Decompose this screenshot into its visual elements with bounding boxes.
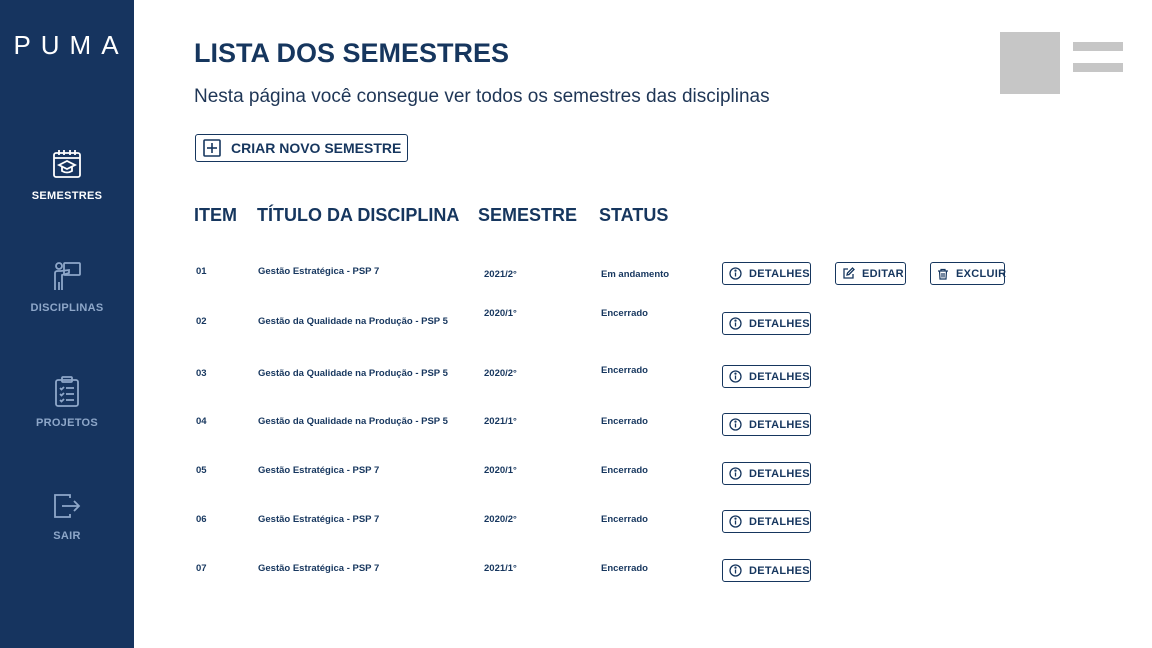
info-icon	[729, 467, 742, 480]
row-semester: 2020/2°	[484, 368, 517, 379]
row-item: 07	[196, 563, 207, 574]
row-semester: 2021/2°	[484, 269, 517, 280]
details-button[interactable]: DETALHES	[722, 365, 811, 388]
details-label: DETALHES	[749, 317, 810, 330]
row-item: 01	[196, 266, 207, 277]
column-header-item: ITEM	[194, 205, 237, 225]
teacher-board-icon	[54, 262, 81, 290]
details-button[interactable]: DETALHES	[722, 462, 811, 485]
details-button[interactable]: DETALHES	[722, 262, 811, 285]
row-status: Encerrado	[601, 465, 648, 476]
row-item: 03	[196, 368, 207, 379]
row-title: Gestão da Qualidade na Produção - PSP 5	[258, 416, 448, 427]
info-icon	[729, 418, 742, 431]
row-status: Encerrado	[601, 308, 648, 319]
row-status: Em andamento	[601, 269, 670, 280]
trash-icon	[937, 268, 949, 280]
row-semester: 2020/1°	[484, 308, 517, 319]
details-label: DETALHES	[749, 267, 810, 280]
sidebar-item-semestres[interactable]: SEMESTRES	[0, 148, 134, 202]
row-status: Encerrado	[601, 416, 648, 427]
sidebar-item-sair[interactable]: SAIR	[0, 492, 134, 542]
create-semester-button[interactable]: CRIAR NOVO SEMESTRE	[195, 134, 408, 162]
row-title: Gestão Estratégica - PSP 7	[258, 465, 380, 476]
logout-icon	[54, 494, 81, 518]
info-icon	[729, 267, 742, 280]
column-header-status: STATUS	[599, 205, 669, 225]
row-semester: 2020/1°	[484, 465, 517, 476]
delete-label: EXCLUIR	[956, 267, 1007, 280]
edit-icon	[842, 267, 855, 280]
row-status: Encerrado	[601, 365, 648, 376]
plus-square-icon	[203, 139, 221, 157]
info-icon	[729, 317, 742, 330]
row-status: Encerrado	[601, 514, 648, 525]
row-item: 06	[196, 514, 207, 525]
delete-button[interactable]: EXCLUIR	[930, 262, 1007, 285]
sidebar: PUMA SEMESTRES DISCIPLINAS PROJETOS SAIR	[0, 0, 134, 648]
create-semester-label: CRIAR NOVO SEMESTRE	[231, 140, 402, 156]
details-label: DETALHES	[749, 515, 810, 528]
column-header-semester: SEMESTRE	[478, 205, 578, 225]
details-button[interactable]: DETALHES	[722, 559, 811, 582]
row-title: Gestão Estratégica - PSP 7	[258, 563, 380, 574]
details-button[interactable]: DETALHES	[722, 510, 811, 533]
column-header-title: TÍTULO DA DISCIPLINA	[257, 205, 460, 225]
details-label: DETALHES	[749, 564, 810, 577]
row-item: 02	[196, 316, 207, 327]
edit-label: EDITAR	[862, 267, 904, 280]
details-button[interactable]: DETALHES	[722, 413, 811, 436]
details-label: DETALHES	[749, 467, 810, 480]
row-title: Gestão Estratégica - PSP 7	[258, 266, 380, 277]
row-title: Gestão da Qualidade na Produção - PSP 5	[258, 368, 448, 379]
sidebar-item-label: DISCIPLINAS	[30, 302, 104, 314]
edit-button[interactable]: EDITAR	[835, 262, 906, 285]
app-logo: PUMA	[13, 30, 129, 60]
sidebar-item-projetos[interactable]: PROJETOS	[0, 375, 134, 429]
row-semester: 2021/1°	[484, 563, 517, 574]
placeholder-line	[1073, 42, 1123, 51]
row-title: Gestão da Qualidade na Produção - PSP 5	[258, 316, 448, 327]
image-placeholder	[1000, 32, 1060, 94]
row-semester: 2020/2°	[484, 514, 517, 525]
sidebar-item-label: SAIR	[53, 530, 81, 542]
clipboard-checklist-icon	[55, 376, 79, 407]
details-button[interactable]: DETALHES	[722, 312, 811, 335]
details-label: DETALHES	[749, 418, 810, 431]
row-item: 04	[196, 416, 207, 427]
row-status: Encerrado	[601, 563, 648, 574]
placeholder-line	[1073, 63, 1123, 72]
row-semester: 2021/1°	[484, 416, 517, 427]
sidebar-item-label: SEMESTRES	[31, 190, 103, 202]
row-title: Gestão Estratégica - PSP 7	[258, 514, 380, 525]
info-icon	[729, 370, 742, 383]
info-icon	[729, 564, 742, 577]
sidebar-item-disciplinas[interactable]: DISCIPLINAS	[0, 260, 134, 314]
sidebar-item-label: PROJETOS	[35, 417, 99, 429]
calendar-graduation-icon	[53, 150, 81, 178]
info-icon	[729, 515, 742, 528]
page-title: LISTA DOS SEMESTRES	[194, 38, 510, 68]
details-label: DETALHES	[749, 370, 810, 383]
page-subtitle: Nesta página você consegue ver todos os …	[194, 86, 770, 107]
row-item: 05	[196, 465, 207, 476]
